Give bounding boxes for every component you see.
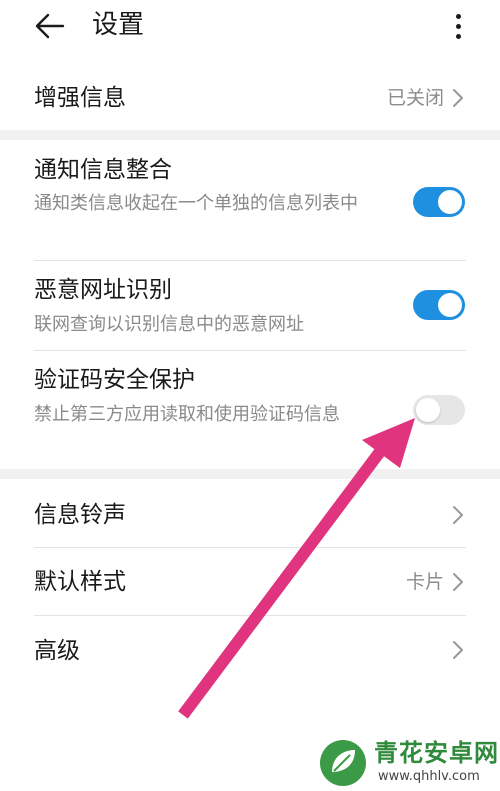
row-label: 通知信息整合 <box>34 157 172 183</box>
row-description: 通知类信息收起在一个单独的信息列表中 <box>34 193 358 214</box>
page-title: 设置 <box>92 10 145 40</box>
row-description: 联网查询以识别信息中的恶意网址 <box>34 314 304 335</box>
section-gap <box>0 469 500 479</box>
chevron-right-icon <box>453 573 463 591</box>
row-description: 禁止第三方应用读取和使用验证码信息 <box>34 404 340 425</box>
row-label: 增强信息 <box>34 85 126 111</box>
settings-row-advanced[interactable]: 高级 <box>0 616 500 684</box>
malicious-url-toggle[interactable] <box>413 290 465 320</box>
leaf-logo-icon <box>320 740 366 786</box>
section-gap <box>0 130 500 140</box>
watermark-url: www.qhhlv.com <box>378 769 480 784</box>
watermark-name: 青花安卓网 <box>374 739 499 767</box>
chevron-right-icon <box>453 89 463 107</box>
settings-row-malicious-url[interactable]: 恶意网址识别 联网查询以识别信息中的恶意网址 <box>0 261 500 350</box>
toggle-knob <box>416 398 440 422</box>
row-label: 高级 <box>34 638 80 664</box>
settings-row-notification-merge[interactable]: 通知信息整合 通知类信息收起在一个单独的信息列表中 <box>0 140 500 260</box>
row-label: 恶意网址识别 <box>34 277 172 303</box>
row-label: 信息铃声 <box>34 502 126 528</box>
notification-merge-toggle[interactable] <box>413 187 465 217</box>
top-bar: 设置 <box>0 0 500 64</box>
settings-row-ringtone[interactable]: 信息铃声 <box>0 479 500 547</box>
settings-row-enhanced-info[interactable]: 增强信息 已关闭 <box>0 66 500 130</box>
back-button[interactable] <box>30 8 70 44</box>
settings-row-verification-code-protection[interactable]: 验证码安全保护 禁止第三方应用读取和使用验证码信息 <box>0 351 500 469</box>
row-value: 卡片 <box>405 571 444 593</box>
chevron-right-icon <box>453 641 463 659</box>
toggle-knob <box>438 190 462 214</box>
toggle-knob <box>438 293 462 317</box>
row-value: 已关闭 <box>386 87 444 109</box>
settings-row-default-style[interactable]: 默认样式 卡片 <box>0 548 500 615</box>
more-options-button[interactable] <box>444 6 472 42</box>
verification-code-protection-toggle[interactable] <box>413 395 465 425</box>
chevron-right-icon <box>453 506 463 524</box>
watermark: 青花安卓网 www.qhhlv.com <box>318 736 500 791</box>
arrow-left-icon <box>35 13 65 39</box>
row-label: 默认样式 <box>34 569 126 595</box>
more-vertical-icon <box>456 14 461 19</box>
row-label: 验证码安全保护 <box>34 367 195 393</box>
